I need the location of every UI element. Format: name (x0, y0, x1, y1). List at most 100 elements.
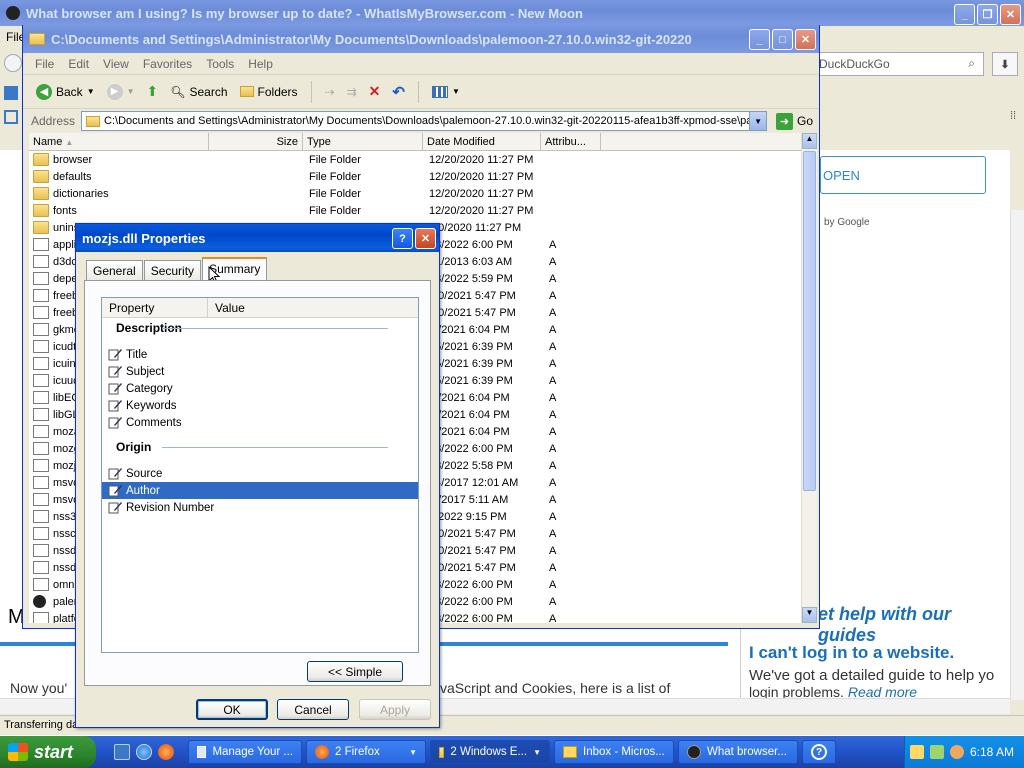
up-folder-button[interactable]: ⬆ (144, 81, 162, 102)
start-label: start (34, 741, 74, 762)
tray-app-icon[interactable] (909, 745, 924, 759)
browser-maximize-button[interactable]: ❐ (977, 4, 998, 25)
page-vertical-scrollbar[interactable] (1010, 210, 1024, 700)
menu-view[interactable]: View (103, 57, 129, 71)
menu-tools[interactable]: Tools (206, 57, 234, 71)
tab-security[interactable]: Security (143, 260, 202, 280)
task-firefox[interactable]: 2 Firefox ▼ (306, 740, 426, 764)
column-attributes[interactable]: Attribu... (541, 133, 601, 151)
file-date: /20/2020 11:27 PM (429, 221, 522, 234)
browser-minimize-button[interactable]: _ (954, 4, 975, 25)
back-button[interactable]: ◀ Back ▼ (33, 82, 98, 102)
property-row[interactable]: Category (102, 380, 418, 397)
folders-button[interactable]: Folders (237, 83, 301, 101)
go-label: Go (797, 114, 814, 128)
apply-button[interactable]: Apply (359, 699, 431, 720)
address-dropdown-icon[interactable]: ▼ (749, 112, 767, 130)
property-row[interactable]: Title (102, 346, 418, 363)
property-row[interactable]: Keywords (102, 397, 418, 414)
column-property[interactable]: Property (102, 298, 208, 317)
file-row[interactable]: fonts File Folder 12/20/2020 11:27 PM (29, 202, 803, 219)
firefox-icon[interactable] (158, 744, 174, 760)
address-input[interactable]: C:\Documents and Settings\Administrator\… (81, 111, 768, 131)
download-icon[interactable]: ⬇ (992, 52, 1018, 76)
column-type[interactable]: Type (303, 133, 423, 151)
go-button[interactable]: ➜ Go (773, 111, 816, 132)
file-row[interactable]: dictionaries File Folder 12/20/2020 11:27 … (29, 185, 803, 202)
simple-button[interactable]: << Simple (307, 661, 403, 682)
explorer-close-button[interactable]: ✕ (795, 29, 816, 50)
copy-to-button[interactable]: ⇉ (344, 83, 360, 101)
column-value[interactable]: Value (208, 298, 418, 317)
menu-favorites[interactable]: Favorites (143, 57, 192, 71)
file-list-scrollbar[interactable]: ▲ ▼ (801, 133, 817, 623)
forward-button[interactable]: ▶ ▼ (104, 82, 138, 102)
property-row[interactable]: Source (102, 465, 418, 482)
file-row[interactable]: browser File Folder 12/20/2020 11:27 PM (29, 151, 803, 168)
menu-help[interactable]: Help (248, 57, 273, 71)
help-button[interactable]: ? (392, 228, 413, 249)
cancel-button[interactable]: Cancel (277, 699, 349, 720)
task-manage-your[interactable]: Manage Your ... (188, 740, 302, 764)
chevron-down-icon[interactable]: ▼ (87, 87, 95, 96)
column-name[interactable]: Name ▲ (29, 133, 209, 151)
task-what-browser[interactable]: What browser... (678, 740, 798, 764)
menu-edit[interactable]: Edit (68, 57, 89, 71)
search-icon[interactable]: ⌕ (968, 56, 975, 71)
explorer-title-bar[interactable]: C:\Documents and Settings\Administrator\… (23, 25, 819, 53)
file-date: /2/2021 6:04 PM (429, 408, 510, 421)
task-inbox[interactable]: Inbox - Micros... (554, 740, 674, 764)
browser-close-button[interactable]: ✕ (1000, 4, 1021, 25)
scroll-down-icon[interactable]: ▼ (802, 607, 817, 623)
chevron-down-icon[interactable]: ▼ (452, 87, 460, 96)
file-date: /7/2017 5:11 AM (429, 493, 509, 506)
sidebar-icon[interactable] (4, 110, 18, 124)
file-icon (33, 408, 49, 421)
property-row[interactable]: Revision Number (102, 499, 418, 516)
property-row[interactable]: Author (102, 482, 418, 499)
overflow-icon[interactable]: ⁞⁞ (1010, 110, 1016, 122)
file-row[interactable]: defaults File Folder 12/20/2020 11:27 PM (29, 168, 803, 185)
undo-button[interactable]: ↶ (389, 81, 408, 103)
property-row[interactable]: Comments (102, 414, 418, 431)
views-button[interactable]: ▼ (429, 84, 463, 100)
dialog-close-button[interactable]: ✕ (415, 228, 436, 249)
explorer-maximize-button[interactable]: □ (772, 29, 793, 50)
scroll-up-icon[interactable]: ▲ (802, 133, 817, 149)
column-size[interactable]: Size (209, 133, 303, 151)
explorer-menu-bar: File Edit View Favorites Tools Help (23, 53, 819, 75)
delete-button[interactable]: ✕ (366, 81, 384, 102)
explorer-minimize-button[interactable]: _ (749, 29, 770, 50)
file-date: 13/2022 6:00 PM (429, 578, 513, 591)
clock[interactable]: 6:18 AM (970, 745, 1014, 759)
bookmark-icon[interactable] (4, 86, 18, 100)
cant-login-heading[interactable]: I can't log in to a website. (749, 643, 954, 663)
chevron-down-icon[interactable]: ▼ (127, 87, 135, 96)
scroll-thumb[interactable] (803, 151, 816, 491)
explorer-toolbar: ◀ Back ▼ ▶ ▼ ⬆ 🔍︎ Search Folders ⇢ ⇉ ✕ ↶ … (23, 75, 819, 109)
start-button[interactable]: start (0, 736, 96, 768)
dialog-title-bar[interactable]: mozjs.dll Properties ? ✕ (76, 224, 439, 252)
search-button[interactable]: 🔍︎ Search (167, 83, 230, 101)
task-help[interactable]: ? (802, 740, 836, 764)
file-date: 6/2022 9:15 PM (429, 510, 507, 523)
ok-button[interactable]: OK (196, 699, 268, 720)
toolbar-divider (310, 80, 312, 103)
property-row[interactable]: Subject (102, 363, 418, 380)
open-button[interactable]: OPEN (820, 156, 986, 194)
tray-security-icon[interactable] (949, 745, 964, 759)
column-date-modified[interactable]: Date Modified (423, 133, 541, 151)
back-icon[interactable] (4, 54, 22, 72)
tray-network-icon[interactable] (929, 745, 944, 759)
new-moon-icon (687, 745, 701, 759)
tab-general[interactable]: General (86, 260, 143, 280)
file-name: depe (53, 272, 78, 285)
move-to-button[interactable]: ⇢ (322, 83, 338, 101)
task-windows-explorer[interactable]: 2 Windows E... ▼ (430, 740, 550, 764)
file-icon (33, 578, 49, 591)
menu-file[interactable]: File (35, 57, 54, 71)
show-desktop-icon[interactable] (114, 744, 130, 760)
ie-icon[interactable] (136, 744, 152, 760)
guide-card[interactable]: I can't log in to a website. We've got a… (740, 628, 1010, 700)
browser-title-bar[interactable]: What browser am I using? Is my browser u… (0, 0, 1024, 26)
